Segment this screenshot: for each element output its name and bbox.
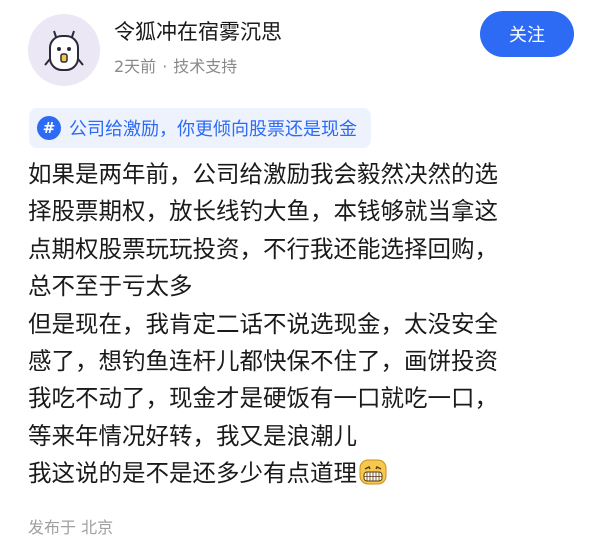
- post-line: 我这说的是不是还多少有点道理: [28, 459, 357, 488]
- grinning-face-emoji-icon: [359, 459, 387, 485]
- post-meta: 2天前 · 技术支持: [114, 56, 237, 78]
- topic-label: 公司给激励，你更倾向股票还是现金: [69, 119, 357, 140]
- topic-tag[interactable]: # 公司给激励，你更倾向股票还是现金: [29, 108, 371, 148]
- robot-avatar-icon: [44, 30, 84, 71]
- post-line: 但是现在，我肯定二话不说选现金，太没安全: [28, 309, 498, 338]
- post-line: 感了，想钓鱼连杆儿都快保不住了，画饼投资: [28, 346, 498, 375]
- post-content: 如果是两年前，公司给激励我会毅然决然的选 择股票期权，放长线钓大鱼，本钱够就当拿…: [28, 156, 588, 493]
- post-time: 2天前: [114, 57, 157, 76]
- post-line: 等来年情况好转，我又是浪潮儿: [28, 421, 357, 450]
- post-location: 发布于 北京: [28, 518, 114, 537]
- post-line: 总不至于亏太多: [28, 272, 193, 301]
- meta-separator: ·: [162, 57, 168, 76]
- hashtag-icon: #: [37, 116, 61, 140]
- author-name[interactable]: 令狐冲在宿雾沉思: [114, 18, 282, 46]
- post-last-line: 我这说的是不是还多少有点道理: [28, 455, 588, 492]
- follow-button[interactable]: 关注: [480, 11, 574, 57]
- post-line: 我吃不动了，现金才是硬饭有一口就吃一口，: [28, 384, 498, 413]
- post-line: 点期权股票玩玩投资，不行我还能选择回购，: [28, 234, 498, 263]
- post-line: 择股票期权，放长线钓大鱼，本钱够就当拿这: [28, 197, 498, 226]
- post-line: 如果是两年前，公司给激励我会毅然决然的选: [28, 160, 498, 188]
- avatar[interactable]: [28, 14, 100, 86]
- post-category[interactable]: 技术支持: [173, 57, 237, 76]
